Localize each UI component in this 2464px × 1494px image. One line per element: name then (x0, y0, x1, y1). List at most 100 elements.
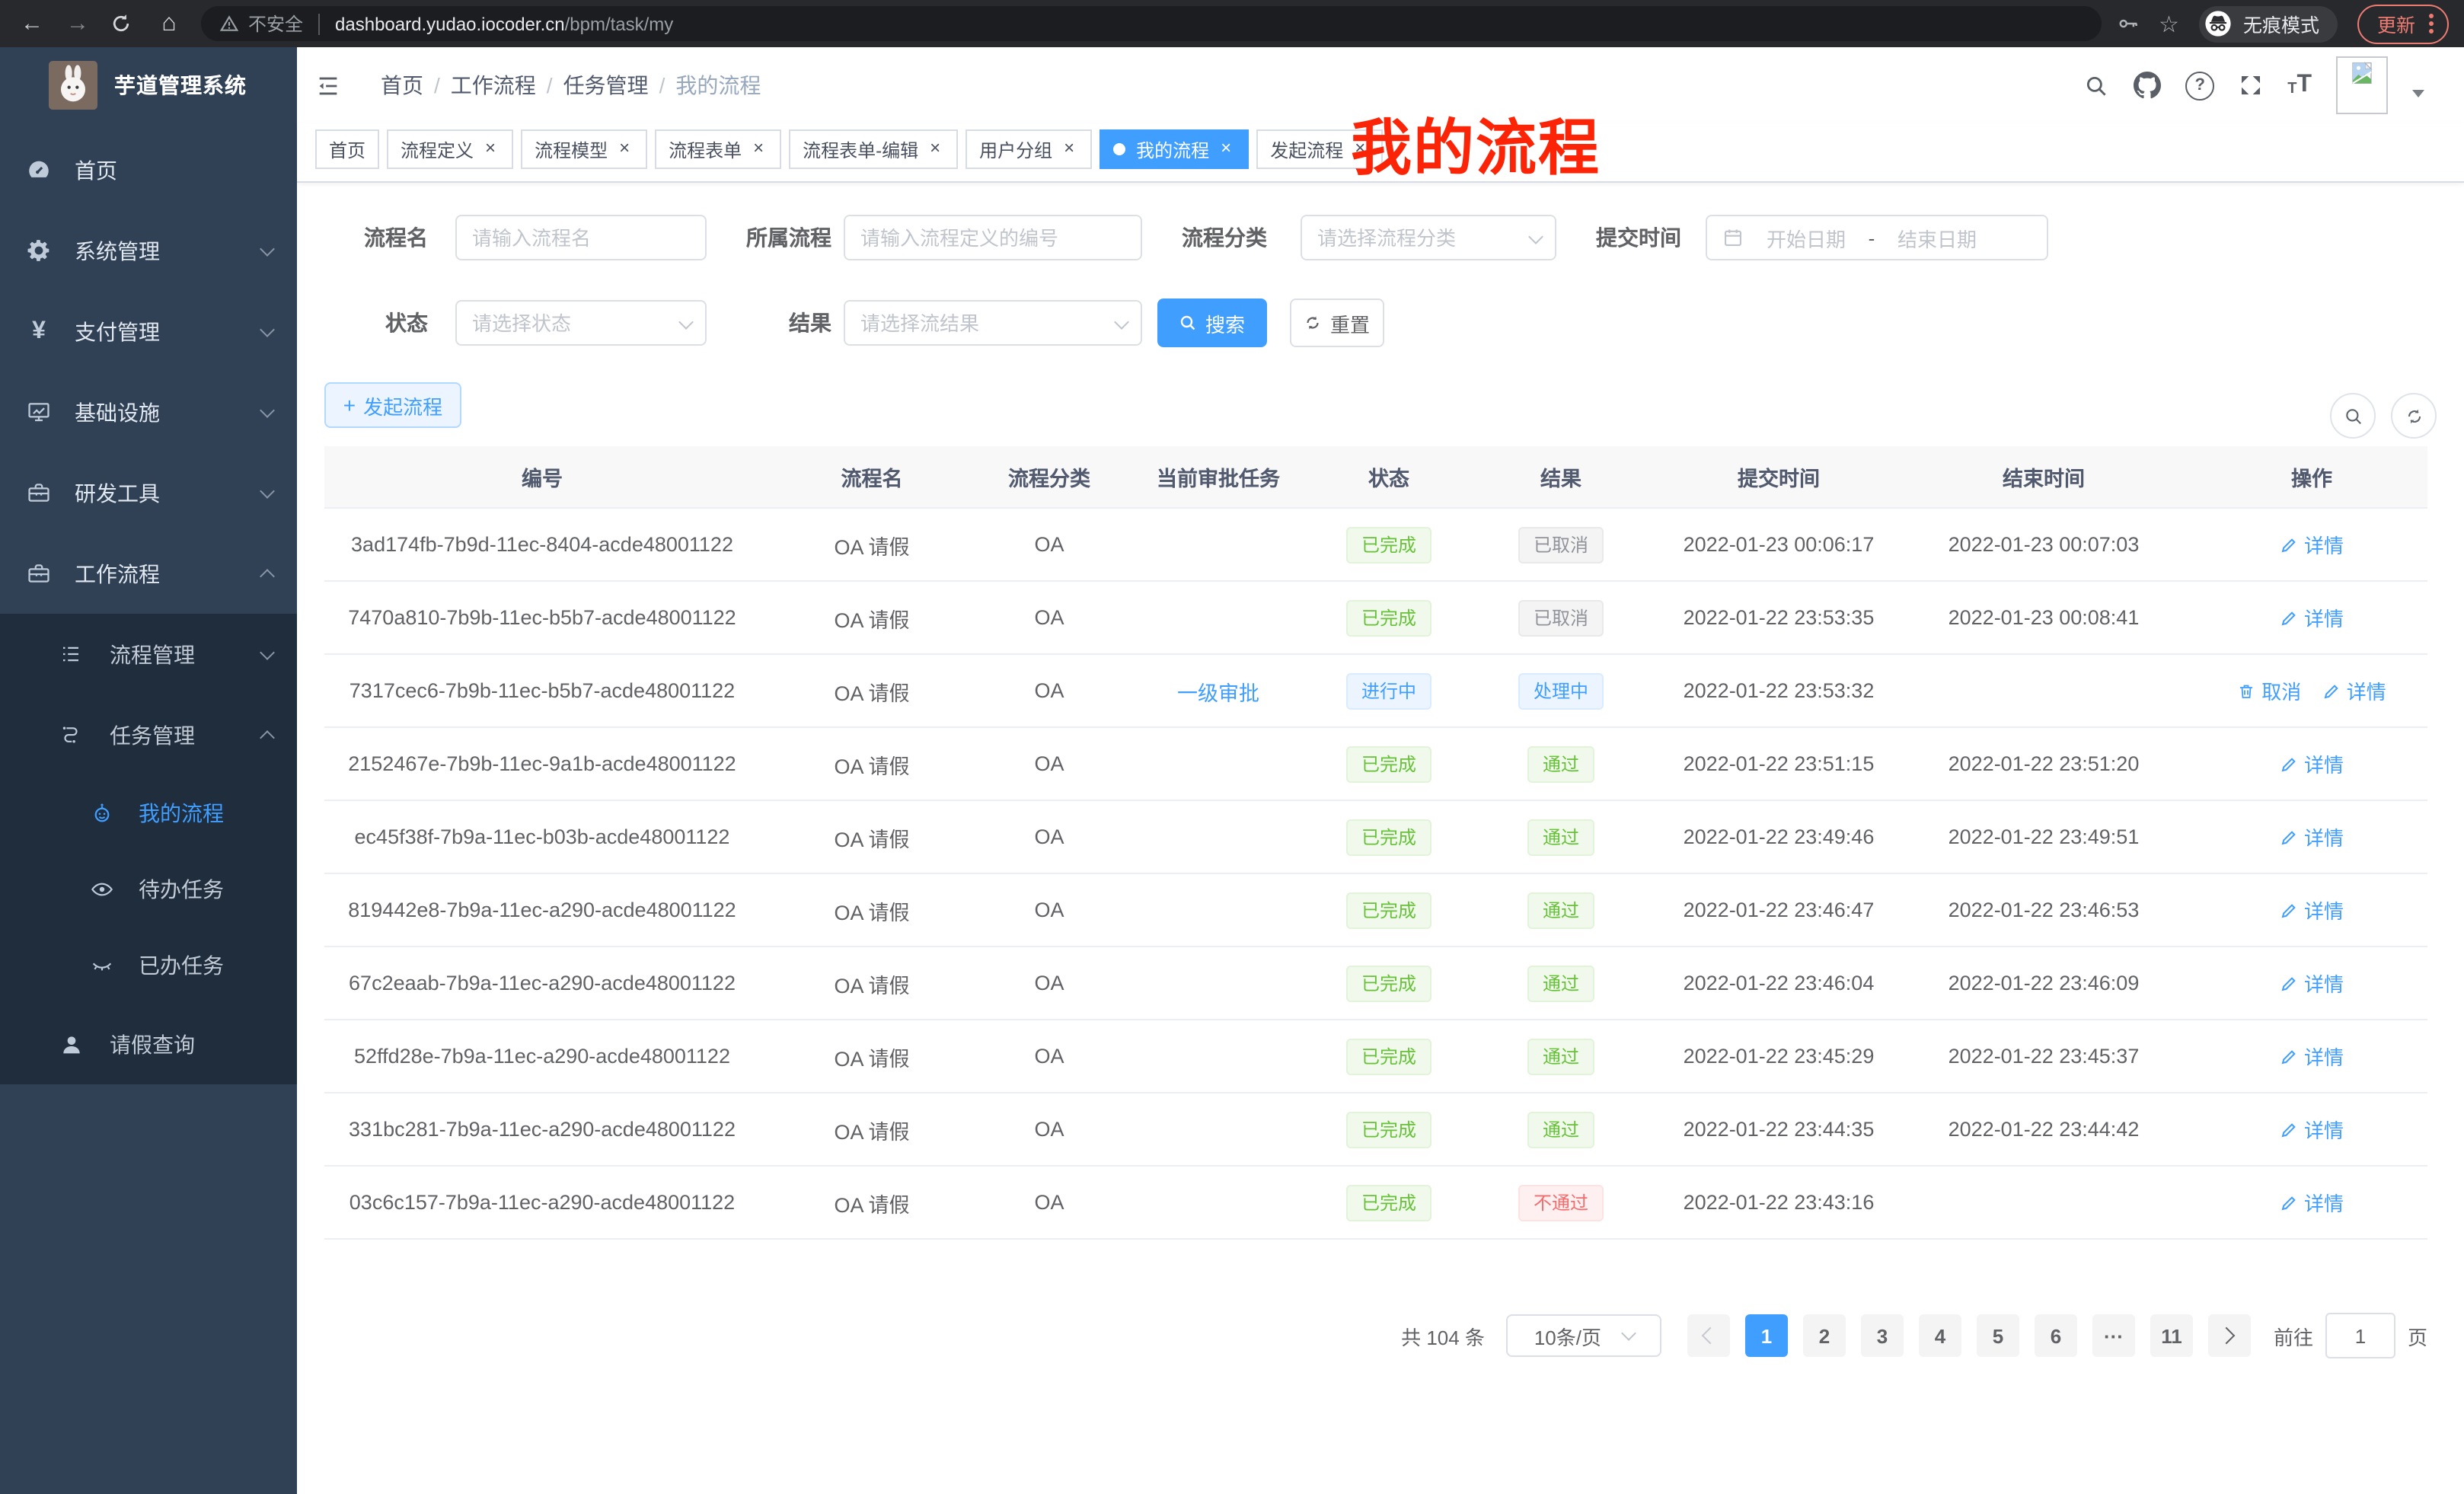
next-page-button[interactable] (2208, 1314, 2251, 1357)
tab-my-process[interactable]: 我的流程 (1100, 129, 1249, 169)
browser-back-icon[interactable] (18, 11, 46, 37)
cell-end-time (1891, 654, 2196, 727)
detail-link[interactable]: 详情 (2280, 749, 2344, 778)
status-select[interactable] (455, 300, 707, 346)
detail-link[interactable]: 详情 (2280, 1042, 2344, 1071)
breadcrumb-workflow[interactable]: 工作流程 (451, 70, 536, 101)
address-bar[interactable]: 不安全 dashboard.yudao.iocoder.cn /bpm/task… (201, 6, 2101, 41)
page-button-2[interactable]: 2 (1803, 1314, 1846, 1357)
tab-process-form[interactable]: 流程表单 (655, 129, 781, 169)
tab-process-model[interactable]: 流程模型 (521, 129, 647, 169)
detail-link[interactable]: 详情 (2280, 603, 2344, 632)
process-definition-input[interactable] (845, 216, 1141, 259)
tab-home[interactable]: 首页 (315, 129, 379, 169)
cell-id: 52ffd28e-7b9a-11ec-a290-acde48001122 (324, 1020, 760, 1093)
fullscreen-icon[interactable] (2239, 73, 2263, 97)
category-select[interactable] (1301, 215, 1556, 260)
close-icon[interactable] (926, 140, 944, 158)
breadcrumb-task-mgmt[interactable]: 任务管理 (563, 70, 649, 101)
detail-link[interactable]: 详情 (2322, 676, 2386, 705)
cell-submit-time: 2022-01-22 23:51:15 (1666, 727, 1891, 800)
page-button-4[interactable]: 4 (1919, 1314, 1961, 1357)
name-label: 流程名 (324, 222, 428, 253)
start-process-button[interactable]: 发起流程 (324, 382, 461, 428)
url-host[interactable]: dashboard.yudao.iocoder.cn (335, 13, 565, 34)
cancel-link[interactable]: 取消 (2237, 676, 2301, 705)
close-icon[interactable] (481, 140, 500, 158)
avatar-caret-icon[interactable] (2412, 89, 2424, 97)
detail-link[interactable]: 详情 (2280, 1188, 2344, 1217)
sidebar-item-workflow[interactable]: 工作流程 (0, 533, 297, 614)
page-button-5[interactable]: 5 (1977, 1314, 2019, 1357)
cell-end-time: 2022-01-23 00:07:03 (1891, 508, 2196, 581)
sidebar-item-infra[interactable]: 基础设施 (0, 372, 297, 452)
table-search-button[interactable] (2330, 393, 2376, 439)
url-path[interactable]: /bpm/task/my (565, 13, 674, 34)
detail-link[interactable]: 详情 (2280, 969, 2344, 998)
detail-link[interactable]: 详情 (2280, 895, 2344, 924)
github-icon[interactable] (2134, 72, 2161, 99)
detail-link[interactable]: 详情 (2280, 1115, 2344, 1144)
tab-process-form-edit[interactable]: 流程表单-编辑 (789, 129, 958, 169)
logo-row[interactable]: 芋道管理系统 (0, 47, 297, 123)
cell-category: OA (984, 947, 1115, 1020)
close-icon[interactable] (1060, 140, 1078, 158)
page-ellipsis[interactable]: ··· (2092, 1314, 2135, 1357)
category-select-input[interactable] (1302, 216, 1555, 259)
search-button[interactable]: 搜索 (1157, 298, 1267, 347)
tab-user-group[interactable]: 用户分组 (965, 129, 1092, 169)
sidebar-item-my-process[interactable]: 我的流程 (0, 775, 297, 851)
result-select[interactable] (844, 300, 1142, 346)
security-label[interactable]: 不安全 (248, 11, 303, 37)
sidebar-item-process-mgmt[interactable]: 流程管理 (0, 614, 297, 694)
start-date-placeholder[interactable]: 开始日期 (1756, 223, 1856, 252)
col-category: 流程分类 (984, 446, 1115, 508)
detail-link[interactable]: 详情 (2280, 822, 2344, 851)
sidebar-item-done-tasks[interactable]: 已办任务 (0, 927, 297, 1004)
page-button-11[interactable]: 11 (2150, 1314, 2193, 1357)
sidebar-item-system[interactable]: 系统管理 (0, 210, 297, 291)
search-icon[interactable] (2083, 72, 2109, 98)
table-refresh-button[interactable] (2391, 393, 2437, 439)
update-button[interactable]: 更新 (2357, 4, 2449, 43)
sidebar-item-leave-query[interactable]: 请假查询 (0, 1004, 297, 1084)
avatar[interactable] (2336, 56, 2388, 114)
font-size-icon[interactable] (2287, 72, 2312, 99)
end-date-placeholder[interactable]: 结束日期 (1887, 223, 1987, 252)
category-label: 流程分类 (1142, 222, 1267, 253)
sidebar-toggle-icon[interactable] (315, 72, 341, 98)
help-icon[interactable] (2185, 71, 2214, 100)
detail-link[interactable]: 详情 (2280, 530, 2344, 559)
date-range-picker[interactable]: 开始日期 - 结束日期 (1706, 215, 2048, 260)
page-button-6[interactable]: 6 (2035, 1314, 2077, 1357)
page-button-1[interactable]: 1 (1745, 1314, 1788, 1357)
browser-home-icon[interactable] (155, 10, 183, 37)
current-task-link[interactable]: 一级审批 (1177, 682, 1259, 704)
result-select-input[interactable] (845, 302, 1141, 344)
process-name-input[interactable] (457, 216, 705, 259)
browser-reload-icon[interactable] (110, 12, 137, 35)
page-size-select[interactable]: 10条/页 (1506, 1314, 1661, 1357)
sidebar-item-task-mgmt[interactable]: 任务管理 (0, 694, 297, 775)
close-icon[interactable] (1217, 140, 1235, 158)
close-icon[interactable] (749, 140, 768, 158)
breadcrumb-separator: / (547, 73, 553, 97)
browser-forward-icon[interactable] (64, 11, 91, 37)
bookmark-star-icon[interactable]: ☆ (2159, 10, 2179, 37)
breadcrumb-home[interactable]: 首页 (381, 70, 423, 101)
key-icon[interactable] (2116, 12, 2139, 35)
sidebar-item-payment[interactable]: ¥ 支付管理 (0, 291, 297, 372)
goto-page-input[interactable] (2325, 1313, 2395, 1358)
table-row: 03c6c157-7b9a-11ec-a290-acde48001122 OA … (324, 1166, 2427, 1239)
tab-process-definition[interactable]: 流程定义 (387, 129, 513, 169)
sidebar-item-devtools[interactable]: 研发工具 (0, 452, 297, 533)
prev-page-button[interactable] (1687, 1314, 1730, 1357)
close-icon[interactable] (615, 140, 634, 158)
reset-button[interactable]: 重置 (1290, 298, 1384, 347)
status-select-input[interactable] (457, 302, 705, 344)
browser-menu-icon[interactable] (2429, 14, 2434, 34)
page-button-3[interactable]: 3 (1861, 1314, 1904, 1357)
app-window: 芋道管理系统 首页 系统管理 ¥ 支付管 (0, 47, 2464, 1494)
sidebar-item-todo-tasks[interactable]: 待办任务 (0, 851, 297, 927)
sidebar-item-home[interactable]: 首页 (0, 129, 297, 210)
